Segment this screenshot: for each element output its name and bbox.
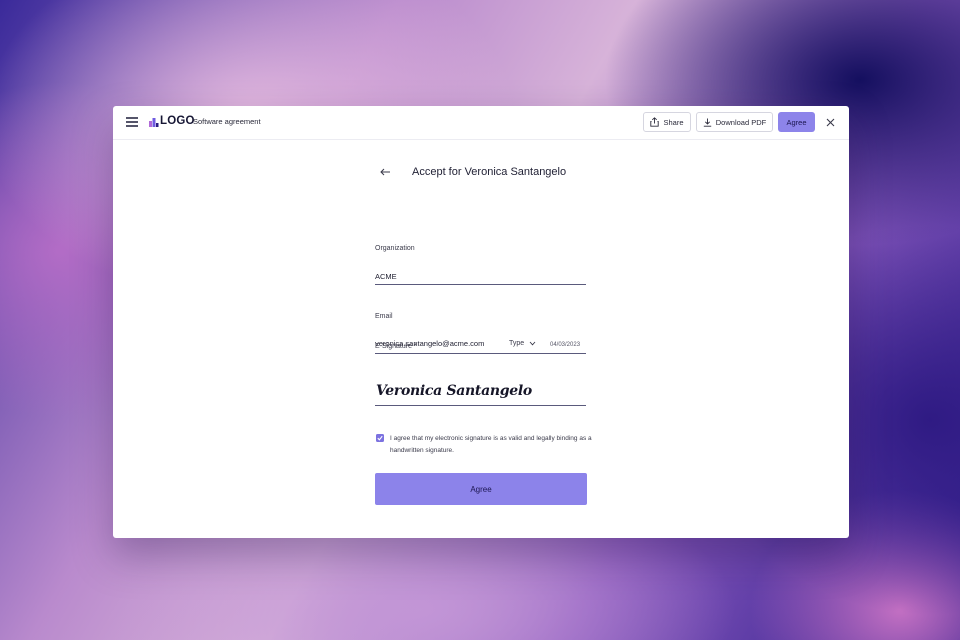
organization-underline (375, 284, 586, 286)
signature-field[interactable]: Veronica Santangelo (376, 383, 532, 399)
agree-top-button[interactable]: Agree (778, 112, 815, 132)
logo-mark-icon (149, 118, 159, 127)
chevron-down-icon (529, 341, 536, 346)
download-pdf-button[interactable]: Download PDF (696, 112, 773, 132)
download-icon (703, 118, 711, 127)
logo: LOGO (160, 115, 195, 127)
signature-date: 04/03/2023 (550, 342, 581, 348)
signature-underline (375, 405, 586, 407)
signature-type-select[interactable]: Type (509, 340, 536, 347)
form-title: Accept for Veronica Santangelo (412, 166, 567, 178)
agree-button[interactable]: Agree (375, 473, 587, 505)
organization-field[interactable]: ACME (375, 272, 397, 281)
top-bar: LOGO Software agreement Share Download P… (113, 106, 849, 140)
share-button[interactable]: Share (643, 112, 691, 132)
share-label: Share (663, 117, 684, 127)
check-icon (377, 435, 383, 441)
organization-label: Organization (375, 245, 415, 252)
close-icon[interactable] (824, 116, 836, 128)
document-title: Software agreement (193, 117, 261, 126)
share-icon (650, 117, 660, 127)
download-label: Download PDF (715, 117, 767, 127)
email-label: Email (375, 313, 393, 320)
e-signature-label: E-Signature * (375, 343, 417, 350)
email-underline (375, 353, 586, 355)
consent-text: I agree that my electronic signature is … (390, 435, 592, 454)
consent-checkbox[interactable] (376, 434, 384, 442)
signature-type-label: Type (509, 340, 525, 347)
hamburger-icon[interactable] (126, 117, 138, 127)
agreement-window: LOGO Software agreement Share Download P… (113, 106, 849, 538)
arrow-left-icon[interactable] (379, 167, 391, 177)
